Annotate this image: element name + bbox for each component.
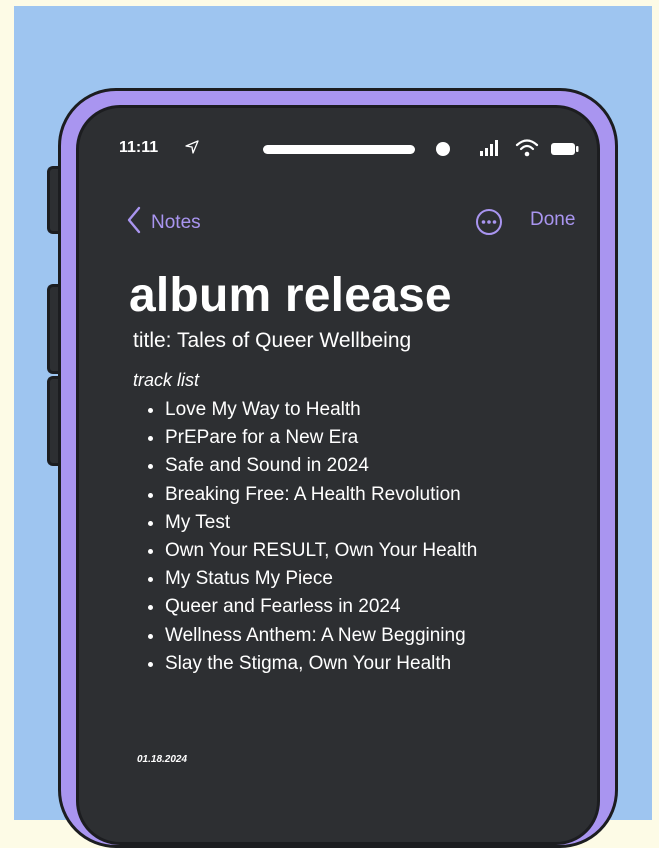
front-camera-dot [436,142,450,156]
wifi-icon [515,139,539,162]
list-item: My Status My Piece [165,565,477,593]
list-item: Breaking Free: A Health Revolution [165,481,477,509]
list-item: Love My Way to Health [165,396,477,424]
location-arrow-icon [185,140,199,159]
list-item: My Test [165,509,477,537]
list-item: Own Your RESULT, Own Your Health [165,537,477,565]
back-button-label: Notes [151,211,201,233]
list-item: Queer and Fearless in 2024 [165,593,477,621]
list-item: Wellness Anthem: A New Beggining [165,622,477,650]
list-item: Slay the Stigma, Own Your Health [165,650,477,678]
dynamic-island-pill [263,145,415,154]
back-to-notes-button[interactable]: Notes [127,206,201,239]
ellipsis-circle-icon[interactable] [475,208,503,241]
note-date: 01.18.2024 [137,754,188,765]
note-subtitle: title: Tales of Queer Wellbeing [133,329,412,352]
list-item: PrEPare for a New Era [165,424,477,452]
list-item: Safe and Sound in 2024 [165,452,477,480]
phone-screen: 11:11 Notes Done album release title: Ta… [76,105,600,845]
track-list-label: track list [133,370,200,390]
track-list: Love My Way to Health PrEPare for a New … [147,396,477,678]
chevron-left-icon [127,206,141,239]
note-title: album release [129,269,452,322]
cellular-signal-icon [479,139,501,162]
battery-icon [551,142,579,161]
status-time: 11:11 [119,139,159,156]
done-button[interactable]: Done [530,209,575,231]
